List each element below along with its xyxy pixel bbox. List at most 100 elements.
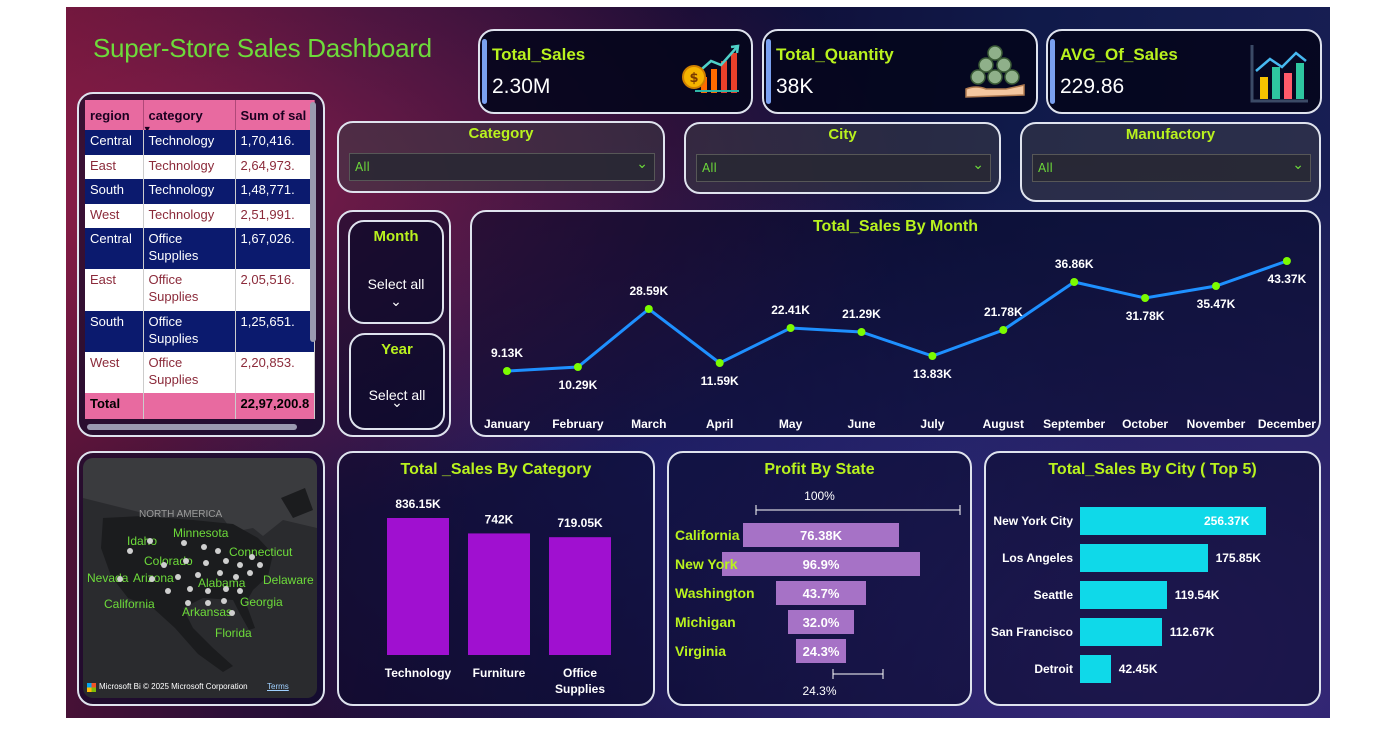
kpi-avg-of-sales[interactable]: AVG_Of_Sales 229.86 (1046, 29, 1322, 114)
kpi-total-sales[interactable]: Total_Sales 2.30M $ (478, 29, 753, 114)
header-region[interactable]: region (85, 100, 144, 130)
data-point[interactable] (644, 305, 653, 313)
city-dropdown[interactable]: All ⌄ (696, 154, 991, 182)
x-tick-label: September (1043, 417, 1105, 431)
table-row[interactable]: West Technology 2,51,991. (85, 204, 316, 228)
map-point[interactable] (205, 600, 211, 606)
manufactory-slicer[interactable]: Manufactory All ⌄ (1020, 122, 1321, 202)
map-point[interactable] (223, 586, 229, 592)
map-point[interactable] (127, 548, 133, 554)
data-point[interactable] (573, 363, 582, 371)
bar[interactable] (1080, 618, 1162, 646)
chevron-down-icon[interactable]: ⌄ (350, 294, 442, 310)
year-slicer[interactable]: Year Select all ⌄ (349, 333, 445, 430)
category-slicer[interactable]: Category All ⌄ (337, 121, 665, 193)
map-point[interactable] (237, 562, 243, 568)
data-point[interactable] (928, 352, 937, 360)
map-point[interactable] (117, 576, 123, 582)
data-point[interactable] (1070, 278, 1079, 286)
data-point[interactable] (857, 328, 866, 336)
city-slicer[interactable]: City All ⌄ (684, 122, 1001, 194)
sort-desc-icon[interactable]: ▼ (143, 124, 152, 131)
data-label: 256.37K (1204, 514, 1250, 528)
manufactory-dropdown[interactable]: All ⌄ (1032, 154, 1311, 182)
data-label: 28.59K (629, 284, 668, 298)
map-point[interactable] (233, 574, 239, 580)
microsoft-logo-icon (87, 683, 96, 692)
map-point[interactable] (205, 588, 211, 594)
map-point[interactable] (201, 544, 207, 550)
map-point[interactable] (165, 588, 171, 594)
map-point[interactable] (229, 610, 235, 616)
x-tick-label: January (484, 417, 530, 431)
sales-matrix: region category▼ Sum of sal Central Techn… (85, 100, 316, 419)
category-dropdown[interactable]: All ⌄ (349, 153, 655, 181)
map-card: NORTH AMERICA Minnesota Idaho Connecticu… (77, 451, 325, 706)
sales-by-month-card: Total_Sales By Month 9.13K January 10.29K F… (470, 210, 1321, 437)
kpi-label: AVG_Of_Sales (1060, 45, 1178, 64)
table-row[interactable]: South Office Supplies 1,25,651. (85, 311, 316, 352)
sales-by-month-chart[interactable]: 9.13K January 10.29K February 28.59K March 11.… (472, 212, 1319, 435)
data-label: 13.83K (913, 367, 952, 381)
map-point[interactable] (215, 548, 221, 554)
bar[interactable] (1080, 581, 1167, 609)
header-sum-of-sales[interactable]: Sum of sal (235, 100, 316, 130)
map-point[interactable] (249, 554, 255, 560)
sales-by-category-chart[interactable]: 836.15K Technology 742K Furniture 719.05K Off… (339, 453, 653, 704)
table-row[interactable]: Central Technology 1,70,416. (85, 130, 316, 155)
chevron-down-icon[interactable]: ⌄ (972, 157, 984, 173)
map-point[interactable] (147, 538, 153, 544)
chevron-down-icon[interactable]: ⌄ (351, 395, 443, 411)
map-point[interactable] (187, 586, 193, 592)
data-point[interactable] (503, 367, 511, 375)
map-point[interactable] (185, 600, 191, 606)
vertical-scrollbar[interactable] (310, 102, 316, 342)
map-terms-link[interactable]: Terms (267, 682, 289, 691)
funnel-bottom-label: 24.3% (802, 684, 837, 698)
total-label: Total (85, 393, 144, 419)
profit-by-state-funnel[interactable]: 100% 24.3% 76.38K California 96.9% New York… (669, 453, 970, 704)
data-point[interactable] (999, 326, 1008, 334)
map-point[interactable] (221, 598, 227, 604)
map-point[interactable] (203, 560, 209, 566)
chevron-down-icon[interactable]: ⌄ (1292, 157, 1304, 173)
horizontal-scrollbar[interactable] (87, 424, 297, 430)
data-point[interactable] (715, 359, 724, 367)
map-point[interactable] (247, 570, 253, 576)
bar[interactable] (1080, 655, 1111, 683)
slicer-title: Month (373, 228, 419, 245)
chevron-down-icon[interactable]: ⌄ (636, 156, 648, 172)
map-brand: Microsoft Bi (99, 682, 141, 691)
sales-map[interactable]: NORTH AMERICA Minnesota Idaho Connecticu… (83, 458, 317, 698)
map-point[interactable] (237, 588, 243, 594)
map-point[interactable] (223, 558, 229, 564)
map-point[interactable] (175, 574, 181, 580)
map-point[interactable] (195, 572, 201, 578)
funnel-value: 32.0% (802, 615, 840, 630)
bar[interactable] (1080, 544, 1208, 572)
map-point[interactable] (181, 540, 187, 546)
data-point[interactable] (786, 324, 795, 332)
map-point[interactable] (183, 558, 189, 564)
table-row[interactable]: West Office Supplies 2,20,853. (85, 352, 316, 393)
table-row[interactable]: East Office Supplies 2,05,516. (85, 269, 316, 311)
map-point[interactable] (217, 570, 223, 576)
bar[interactable] (387, 518, 449, 655)
map-label-georgia: Georgia (240, 595, 283, 609)
map-point[interactable] (161, 562, 167, 568)
map-point[interactable] (149, 576, 155, 582)
header-category[interactable]: category▼ (143, 100, 236, 131)
sales-by-city-chart[interactable]: New York City 256.37K Los Angeles 175.85K Se… (986, 453, 1319, 704)
table-row[interactable]: East Technology 2,64,973. (85, 155, 316, 179)
bar[interactable] (468, 533, 530, 655)
data-point[interactable] (1282, 257, 1291, 265)
map-point[interactable] (257, 562, 263, 568)
table-row[interactable]: Central Office Supplies 1,67,026. (85, 228, 316, 269)
cell-sum: 1,70,416. (235, 130, 316, 155)
data-point[interactable] (1141, 294, 1150, 302)
bar[interactable] (549, 537, 611, 655)
kpi-total-quantity[interactable]: Total_Quantity 38K (762, 29, 1038, 114)
month-slicer[interactable]: Month Select all ⌄ (348, 220, 444, 324)
table-row[interactable]: South Technology 1,48,771. (85, 179, 316, 204)
data-point[interactable] (1212, 282, 1220, 290)
